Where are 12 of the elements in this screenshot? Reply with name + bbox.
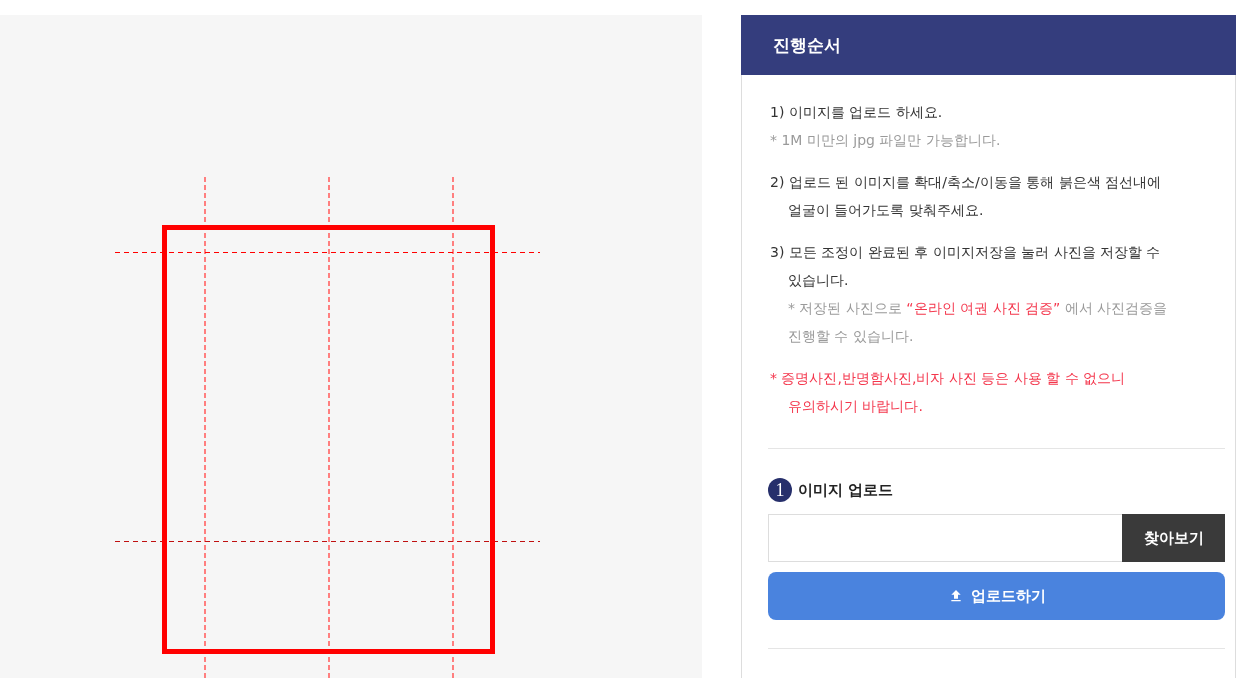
upload-button[interactable]: 업로드하기 — [768, 572, 1225, 620]
file-name-field[interactable] — [768, 514, 1122, 562]
section-label: 이미지 업로드 — [798, 480, 894, 500]
step-number: 1 — [768, 478, 792, 502]
panel-title: 진행순서 — [773, 33, 841, 57]
note-text: * 저장된 사진으로 “온라인 여권 사진 검증” 에서 사진검증을 진행할 수 있습니다. — [788, 299, 1169, 346]
instruction-text: 1) 이미지를 업로드 하세요. — [770, 103, 944, 122]
instruction-text: 3) 모든 조정이 완료된 후 이미지저장을 눌러 사진을 저장할 수 있습니다. — [770, 243, 1162, 290]
note-text: * 1M 미만의 jpg 파일만 가능합니다. — [770, 131, 1002, 150]
browse-button[interactable]: 찾아보기 — [1122, 514, 1225, 562]
instruction-text: 2) 업로드 된 이미지를 확대/축소/이동을 통해 붉은색 점선내에 얼굴이 들어가도록 맞춰주세요. — [770, 173, 1162, 220]
warning-text: * 증명사진,반명함사진,비자 사진 등은 사용 할 수 없으니 유의하시기 바랍니다. — [770, 369, 1127, 416]
